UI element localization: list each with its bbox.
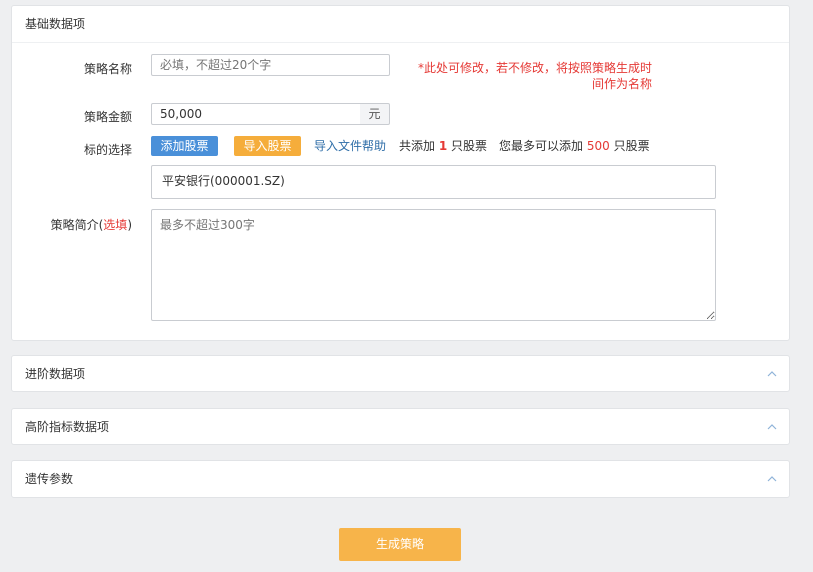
strategy-amount-label: 策略金额 xyxy=(83,110,132,124)
max-prefix: 您最多可以添加 xyxy=(499,139,584,153)
intro-label-text: 策略简介( xyxy=(50,218,104,232)
basic-panel-title: 基础数据项 xyxy=(25,17,86,31)
selected-stocks-box[interactable]: 平安银行(000001.SZ) xyxy=(151,165,716,199)
strategy-name-label: 策略名称 xyxy=(83,62,132,76)
max-suffix: 只股票 xyxy=(613,139,650,153)
target-select-label: 标的选择 xyxy=(83,143,132,157)
advanced-panel-title: 进阶数据项 xyxy=(25,367,86,381)
high-panel-title: 高阶指标数据项 xyxy=(25,420,110,434)
chevron-up-icon[interactable] xyxy=(767,474,777,484)
high-indicator-panel[interactable]: 高阶指标数据项 xyxy=(11,408,790,445)
max-count: 500 xyxy=(586,139,610,153)
advanced-panel-header[interactable]: 进阶数据项 xyxy=(12,356,789,393)
basic-data-panel: 基础数据项 策略名称 *此处可修改，若不修改，将按照策略生成时间作为名称 策略金… xyxy=(11,5,790,341)
selected-stock-item[interactable]: 平安银行(000001.SZ) xyxy=(162,174,285,188)
strategy-name-note: *此处可修改，若不修改，将按照策略生成时间作为名称 xyxy=(417,61,652,91)
added-count: 1 xyxy=(438,139,448,153)
strategy-amount-input[interactable] xyxy=(151,103,361,125)
import-stock-button[interactable]: 导入股票 xyxy=(234,136,301,156)
high-panel-header[interactable]: 高阶指标数据项 xyxy=(12,409,789,446)
amount-unit: 元 xyxy=(360,103,390,125)
generate-strategy-button[interactable]: 生成策略 xyxy=(339,528,461,561)
add-stock-button[interactable]: 添加股票 xyxy=(151,136,218,156)
genetic-panel-title: 遗传参数 xyxy=(25,472,74,486)
added-suffix: 只股票 xyxy=(451,139,488,153)
chevron-up-icon[interactable] xyxy=(767,369,777,379)
chevron-up-icon[interactable] xyxy=(767,422,777,432)
intro-label-end: ) xyxy=(127,218,132,232)
added-count-text: 共添加 1 只股票 xyxy=(399,137,487,154)
genetic-params-panel[interactable]: 遗传参数 xyxy=(11,460,790,498)
genetic-panel-header[interactable]: 遗传参数 xyxy=(12,461,789,498)
strategy-name-input[interactable] xyxy=(151,54,390,76)
strategy-intro-label: 策略简介(选填) xyxy=(12,216,132,233)
strategy-intro-textarea[interactable] xyxy=(151,209,716,321)
import-help-link[interactable]: 导入文件帮助 xyxy=(314,137,386,154)
basic-panel-header[interactable]: 基础数据项 xyxy=(12,6,789,43)
added-prefix: 共添加 xyxy=(399,139,436,153)
advanced-data-panel[interactable]: 进阶数据项 xyxy=(11,355,790,392)
intro-optional-text: 选填 xyxy=(103,218,128,232)
max-count-text: 您最多可以添加 500 只股票 xyxy=(499,137,650,154)
